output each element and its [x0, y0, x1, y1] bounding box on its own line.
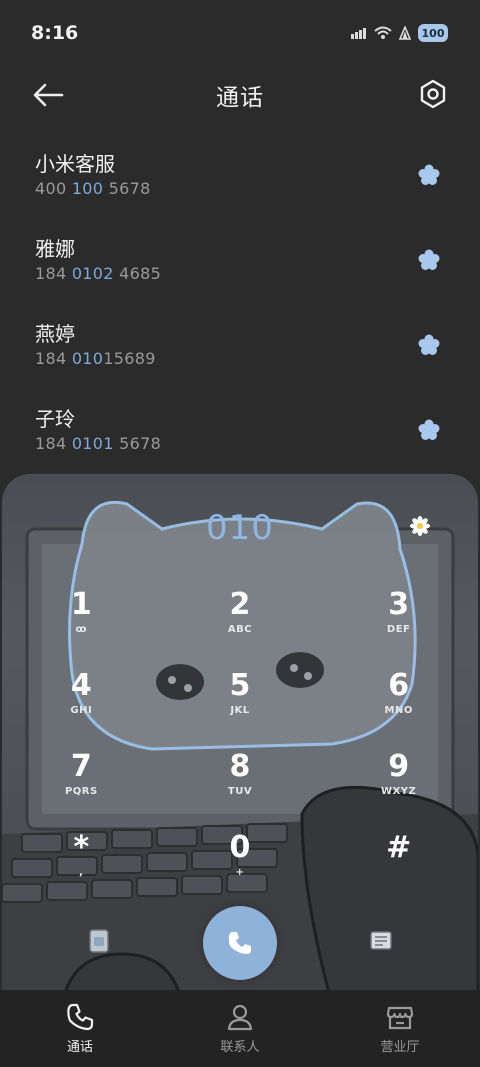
contact-row[interactable]: 小米客服 400 100 5678 [0, 134, 480, 219]
key-0[interactable]: 0 + [161, 827, 320, 908]
phone-icon [228, 932, 251, 954]
key-2[interactable]: 2 ABC [161, 584, 320, 665]
favorite-flower-icon[interactable] [418, 419, 440, 441]
status-time: 8:16 [31, 22, 79, 44]
page-title: 通话 [216, 85, 264, 111]
call-button[interactable] [203, 906, 277, 980]
contact-name: 雅娜 [35, 237, 75, 261]
nav-calls-label: 通话 [66, 1040, 93, 1055]
key-9[interactable]: 9 WXYZ [319, 746, 478, 827]
daisy-icon [410, 516, 430, 536]
status-icons: 100 [350, 24, 448, 42]
contact-name: 燕婷 [35, 322, 75, 346]
contact-number: 184 0101 5678 [35, 434, 162, 453]
key-hash[interactable]: # [319, 827, 478, 908]
keypad: 1ꝏ 2 ABC 3 DEF 4 GHI 5 JKL 6 MNO 7 PQRS 8 TUV 9… [2, 584, 478, 908]
key-1[interactable]: 1ꝏ [2, 584, 161, 665]
favorite-flower-icon[interactable] [418, 249, 440, 271]
key-7[interactable]: 7 PQRS [2, 746, 161, 827]
contact-row[interactable]: 子玲 184 0101 5678 [0, 389, 480, 474]
contact-name: 子玲 [35, 407, 75, 431]
nav-calls[interactable]: 通话 [0, 990, 160, 1067]
nav-contacts-label: 联系人 [220, 1040, 260, 1055]
data-speed-icon [350, 26, 368, 40]
call-row [2, 906, 478, 986]
dialer-panel: 010 1ꝏ 2 ABC 3 DEF 4 GHI 5 JKL 6 MNO 7 PQRS 8T… [2, 474, 478, 1004]
favorite-flower-icon[interactable] [418, 334, 440, 356]
contact-row[interactable]: 燕婷 184 01015689 [0, 304, 480, 389]
status-bar: 8:16 100 [0, 0, 480, 66]
voicemail-icon: ꝏ [75, 624, 88, 635]
back-button[interactable] [30, 80, 66, 110]
signal-icon [398, 26, 412, 40]
store-icon [386, 1006, 414, 1030]
dial-input-display[interactable]: 010 [2, 508, 478, 548]
header: 通话 [0, 66, 480, 124]
settings-button[interactable] [418, 78, 448, 110]
gear-icon [420, 79, 446, 109]
phone-icon [67, 1003, 94, 1031]
wifi-icon [374, 26, 392, 40]
nav-store-label: 营业厅 [380, 1040, 420, 1055]
sim-card-icon[interactable] [86, 928, 112, 954]
dialpad-note-icon[interactable] [368, 928, 394, 954]
key-star[interactable]: *, [2, 827, 161, 908]
key-5[interactable]: 5 JKL [161, 665, 320, 746]
key-3[interactable]: 3 DEF [319, 584, 478, 665]
key-4[interactable]: 4 GHI [2, 665, 161, 746]
contact-list: 小米客服 400 100 5678 雅娜 184 0102 4685 燕婷 18… [0, 134, 480, 474]
bottom-nav: 通话 联系人 营业厅 [0, 990, 480, 1067]
nav-contacts[interactable]: 联系人 [160, 990, 320, 1067]
arrow-left-icon [33, 83, 64, 107]
nav-store[interactable]: 营业厅 [320, 990, 480, 1067]
contact-number: 184 0102 4685 [35, 264, 162, 283]
battery-icon: 100 [418, 24, 448, 42]
contact-number: 184 01015689 [35, 349, 156, 368]
favorite-flower-icon[interactable] [418, 164, 440, 186]
key-8[interactable]: 8 TUV [161, 746, 320, 827]
contact-row[interactable]: 雅娜 184 0102 4685 [0, 219, 480, 304]
contact-number: 400 100 5678 [35, 179, 151, 198]
person-icon [227, 1004, 253, 1031]
key-6[interactable]: 6 MNO [319, 665, 478, 746]
contact-name: 小米客服 [35, 152, 115, 176]
